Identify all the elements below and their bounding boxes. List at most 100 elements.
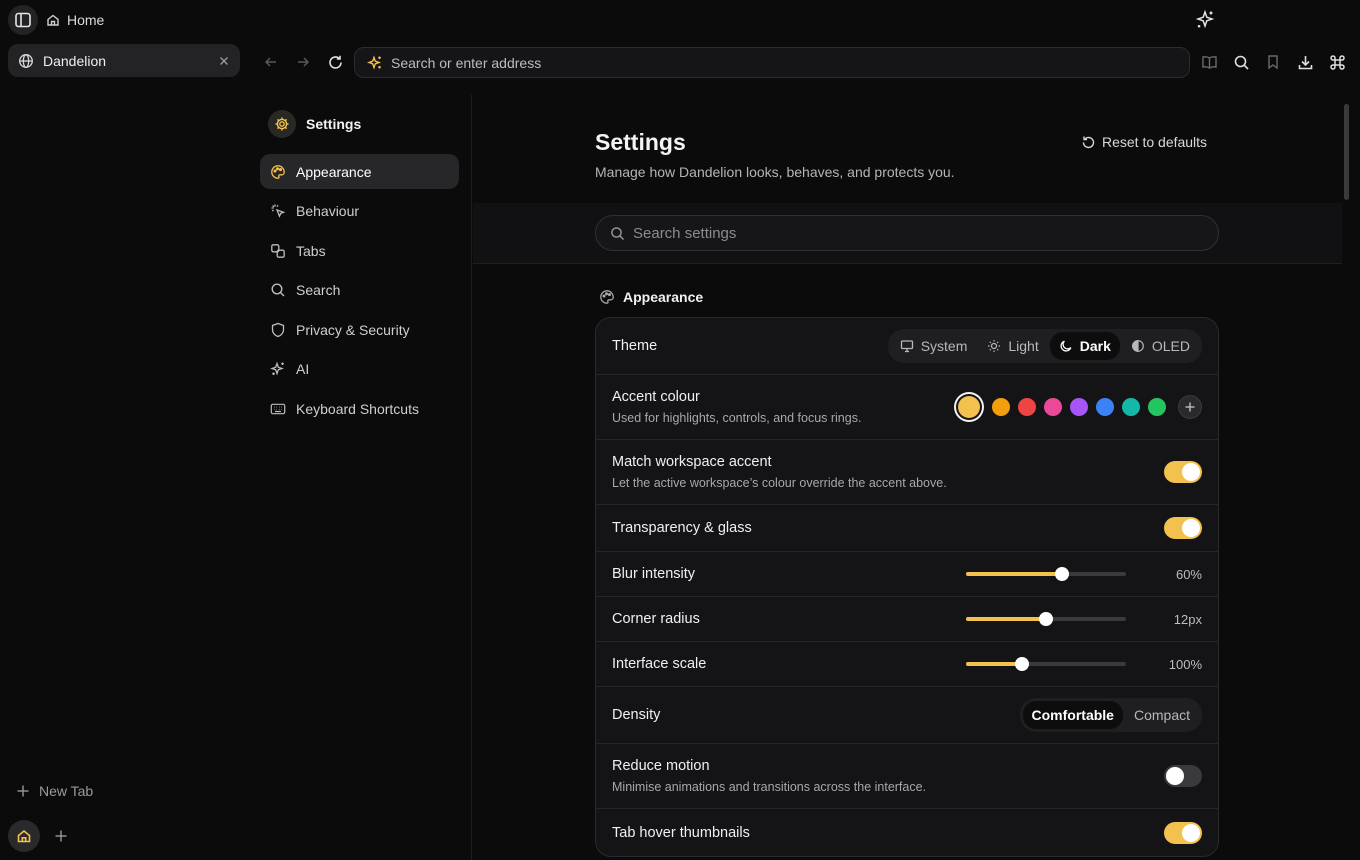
theme-option-oled[interactable]: OLED xyxy=(1122,332,1199,360)
blur-intensity-slider[interactable] xyxy=(966,567,1126,581)
close-icon[interactable] xyxy=(218,55,230,67)
corner-radius-slider[interactable] xyxy=(966,612,1126,626)
download-icon xyxy=(1298,55,1312,69)
setting-blur-intensity: Blur intensity 60% xyxy=(596,552,1218,597)
sidebar-toggle-button[interactable] xyxy=(8,5,38,35)
setting-description: Minimise animations and transitions acro… xyxy=(612,780,927,794)
nav-item-ai[interactable]: AI xyxy=(260,352,459,387)
bookmark-button[interactable] xyxy=(1263,52,1283,72)
density-option-label: Compact xyxy=(1133,707,1190,723)
accent-swatch[interactable] xyxy=(992,398,1010,416)
setting-corner-radius: Corner radius 12px xyxy=(596,597,1218,642)
theme-option-label: OLED xyxy=(1151,338,1190,354)
slider-thumb[interactable] xyxy=(1055,567,1069,581)
nav-item-label: Appearance xyxy=(296,163,372,180)
settings-search-input[interactable] xyxy=(633,224,1204,242)
density-option-label: Comfortable xyxy=(1031,707,1114,723)
new-tab-button[interactable]: New Tab xyxy=(16,781,93,801)
tab-thumbnails-toggle[interactable] xyxy=(1164,821,1202,844)
nav-item-label: Behaviour xyxy=(296,203,360,219)
keyboard-icon xyxy=(270,403,286,414)
bookmark-icon xyxy=(1268,55,1278,70)
accent-swatch[interactable] xyxy=(1018,398,1036,416)
transparency-toggle[interactable] xyxy=(1164,517,1202,539)
add-accent-button[interactable] xyxy=(1178,395,1202,419)
setting-label: Corner radius xyxy=(612,611,700,627)
settings-search-band xyxy=(473,203,1342,264)
address-bar[interactable] xyxy=(354,47,1190,78)
setting-accent-colour: Accent colour Used for highlights, contr… xyxy=(596,375,1218,440)
command-palette-button[interactable] xyxy=(1327,52,1347,72)
setting-label: Match workspace accent xyxy=(612,454,772,470)
search-icon xyxy=(271,283,285,297)
setting-label: Theme xyxy=(612,338,658,354)
reset-icon xyxy=(1082,136,1095,148)
theme-option-system[interactable]: System xyxy=(891,332,977,360)
home-breadcrumb[interactable]: Home xyxy=(46,10,104,30)
sidebar-panel-icon xyxy=(15,12,31,28)
accent-swatch[interactable] xyxy=(958,396,980,418)
reset-defaults-button[interactable]: Reset to defaults xyxy=(1081,133,1207,151)
arrow-right-icon xyxy=(298,57,310,67)
home-icon xyxy=(17,829,31,843)
accent-swatch[interactable] xyxy=(1070,398,1088,416)
reload-icon xyxy=(328,55,342,69)
density-option-comfortable[interactable]: Comfortable xyxy=(1022,701,1123,729)
nav-item-search[interactable]: Search xyxy=(260,273,459,308)
nav-item-behaviour[interactable]: Behaviour xyxy=(260,194,459,229)
theme-segmented-control: System Light Dark OLED xyxy=(887,329,1202,363)
slider-value: 100% xyxy=(1168,656,1202,672)
plus-icon xyxy=(17,785,29,797)
theme-option-dark[interactable]: Dark xyxy=(1049,332,1120,360)
section-header-appearance: Appearance xyxy=(599,289,703,305)
setting-description: Used for highlights, controls, and focus… xyxy=(612,411,862,425)
forward-button[interactable] xyxy=(293,52,313,72)
reload-button[interactable] xyxy=(325,52,345,72)
sparkle-icon xyxy=(270,361,284,376)
back-button[interactable] xyxy=(261,52,281,72)
sun-icon xyxy=(988,340,1001,352)
reader-mode-button[interactable] xyxy=(1199,52,1219,72)
slider-thumb[interactable] xyxy=(1015,657,1029,671)
setting-description: Let the active workspace’s colour overri… xyxy=(612,476,947,490)
match-workspace-toggle[interactable] xyxy=(1164,461,1202,483)
settings-page: Settings Appearance Behaviour Tabs Searc… xyxy=(248,95,1342,860)
browser-window: Home Dandelion New Tab Search or enter a… xyxy=(0,0,1360,860)
accent-swatch[interactable] xyxy=(1096,398,1114,416)
setting-label: Transparency & glass xyxy=(612,520,752,536)
add-workspace-icon[interactable] xyxy=(54,829,68,843)
sparkle-icon xyxy=(367,54,382,70)
slider-thumb[interactable] xyxy=(1039,612,1053,626)
find-button[interactable] xyxy=(1231,52,1251,72)
theme-option-light[interactable]: Light xyxy=(978,332,1047,360)
address-input[interactable] xyxy=(391,54,1177,71)
nav-item-appearance[interactable]: Appearance xyxy=(260,154,459,189)
gear-icon xyxy=(275,117,289,131)
section-title: Appearance xyxy=(623,289,704,305)
settings-badge xyxy=(268,110,296,138)
nav-item-tabs[interactable]: Tabs xyxy=(260,233,459,268)
setting-label: Reduce motion xyxy=(612,758,710,774)
ai-sparkle-icon[interactable] xyxy=(1194,9,1216,31)
interface-scale-slider[interactable] xyxy=(966,657,1126,671)
workspace-home-button[interactable] xyxy=(8,820,40,852)
theme-option-label: System xyxy=(920,338,968,354)
accent-swatch[interactable] xyxy=(1122,398,1140,416)
tab-dandelion[interactable]: Dandelion xyxy=(8,44,240,77)
accent-swatch[interactable] xyxy=(1044,398,1062,416)
density-option-compact[interactable]: Compact xyxy=(1125,701,1199,729)
search-icon xyxy=(1234,55,1249,70)
nav-item-label: Tabs xyxy=(296,242,326,259)
settings-search[interactable] xyxy=(595,215,1219,251)
arrow-left-icon xyxy=(264,57,276,67)
search-icon xyxy=(611,226,624,240)
accent-swatch[interactable] xyxy=(1148,398,1166,416)
reduce-motion-toggle[interactable] xyxy=(1164,765,1202,787)
page-scrollbar[interactable] xyxy=(1344,104,1349,200)
setting-transparency-glass: Transparency & glass xyxy=(596,505,1218,552)
nav-item-keyboard-shortcuts[interactable]: Keyboard Shortcuts xyxy=(260,391,459,426)
nav-item-privacy-security[interactable]: Privacy & Security xyxy=(260,312,459,347)
downloads-button[interactable] xyxy=(1295,52,1315,72)
monitor-icon xyxy=(900,340,913,353)
setting-match-workspace-accent: Match workspace accent Let the active wo… xyxy=(596,440,1218,505)
